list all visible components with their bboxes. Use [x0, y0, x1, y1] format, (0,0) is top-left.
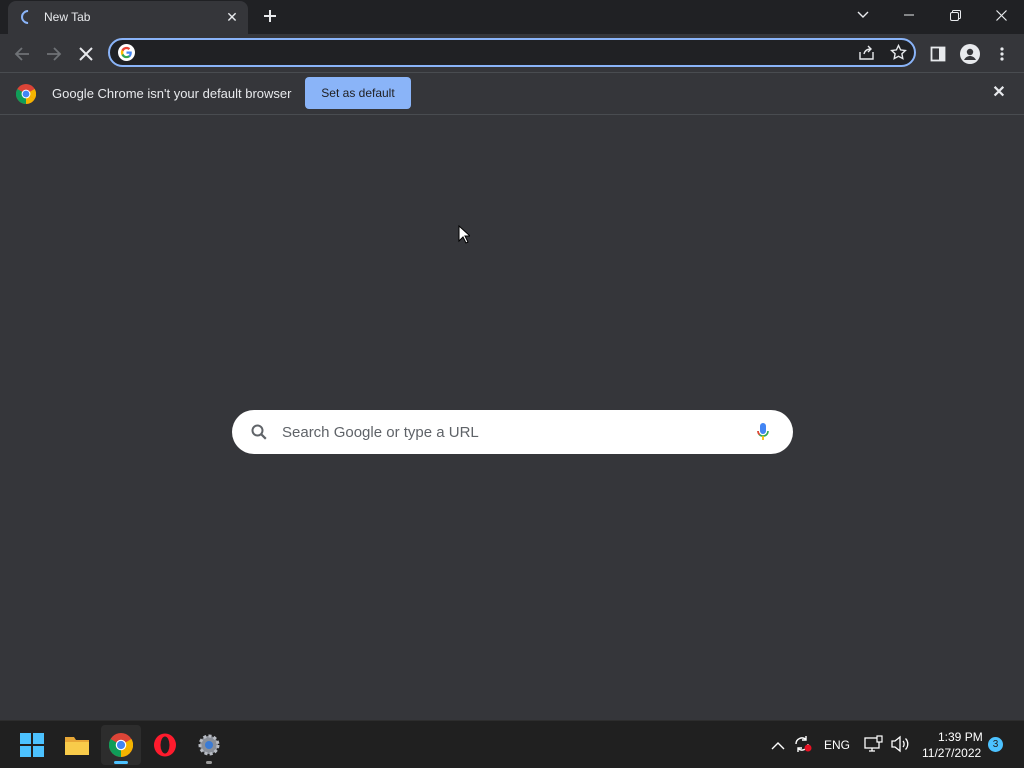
chevron-down-icon [857, 11, 869, 18]
taskbar-chrome[interactable] [101, 725, 141, 765]
new-tab-button[interactable] [259, 6, 281, 28]
stop-button[interactable] [72, 40, 100, 68]
windows-logo-icon [20, 733, 44, 757]
tab-title: New Tab [44, 10, 91, 24]
search-icon [251, 424, 267, 445]
restore-button[interactable] [932, 0, 978, 30]
active-indicator [114, 761, 128, 764]
bookmark-star-icon[interactable] [890, 43, 907, 66]
start-button[interactable] [12, 725, 52, 765]
search-input[interactable] [282, 422, 742, 442]
forward-button[interactable] [40, 40, 68, 68]
restore-icon [949, 9, 961, 21]
more-vertical-icon [1000, 47, 1004, 61]
default-browser-infobar: Google Chrome isn't your default browser… [0, 72, 1024, 115]
chrome-menu-button[interactable] [988, 40, 1016, 68]
arrow-left-icon [14, 47, 29, 61]
taskbar-file-explorer[interactable] [57, 725, 97, 765]
clock-time[interactable]: 1:39 PM [938, 730, 983, 744]
arrow-right-icon [47, 47, 62, 61]
notification-badge[interactable]: 3 [988, 737, 1003, 752]
chevron-up-icon[interactable] [771, 738, 785, 756]
share-icon[interactable] [858, 44, 875, 66]
tab-new-tab[interactable]: New Tab ✕ [8, 1, 248, 34]
side-panel-icon [930, 46, 946, 62]
back-button[interactable] [8, 40, 36, 68]
tab-close-icon[interactable]: ✕ [224, 9, 240, 25]
loading-spinner-icon [18, 7, 38, 27]
address-bar[interactable] [108, 38, 916, 67]
taskbar-opera[interactable] [145, 725, 185, 765]
gear-icon [198, 734, 220, 756]
close-icon [79, 47, 93, 61]
chrome-logo-icon [15, 84, 37, 109]
sync-icon[interactable] [793, 735, 813, 758]
minimize-button[interactable] [886, 0, 932, 30]
google-g-icon [118, 44, 135, 66]
taskbar: ENG 1:39 PM 11/27/2022 3 [0, 720, 1024, 768]
language-indicator[interactable]: ENG [824, 738, 850, 752]
avatar-icon [960, 44, 980, 64]
tab-search-button[interactable] [840, 0, 886, 30]
network-icon[interactable] [864, 735, 884, 758]
folder-icon [65, 737, 89, 755]
opera-logo-icon [154, 733, 176, 757]
infobar-close-icon[interactable]: ✕ [990, 84, 1008, 102]
close-window-button[interactable] [978, 0, 1024, 30]
set-as-default-button[interactable]: Set as default [305, 77, 411, 109]
plus-icon [264, 10, 276, 22]
mouse-cursor-icon [458, 224, 472, 249]
clock-date[interactable]: 11/27/2022 [922, 746, 981, 760]
minimize-icon [904, 14, 914, 16]
ntp-search-box[interactable] [232, 410, 793, 454]
profile-button[interactable] [956, 40, 984, 68]
close-icon [995, 9, 1007, 21]
infobar-message: Google Chrome isn't your default browser [52, 86, 292, 101]
volume-icon[interactable] [890, 735, 910, 758]
address-input[interactable] [142, 43, 842, 63]
tab-strip: New Tab ✕ [0, 0, 1024, 34]
side-panel-button[interactable] [924, 40, 952, 68]
taskbar-settings[interactable] [189, 725, 229, 765]
microphone-icon[interactable] [757, 422, 769, 447]
chrome-logo-icon [109, 733, 133, 757]
running-indicator [206, 761, 212, 764]
